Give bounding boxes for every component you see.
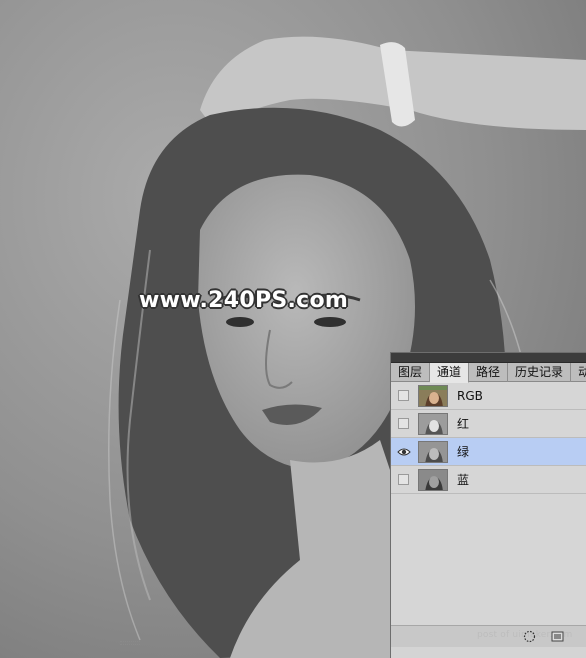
panel-tabs: 图层 通道 路径 历史记录 动作	[391, 363, 586, 383]
channel-thumbnail-blue	[418, 468, 448, 491]
channel-row-green[interactable]: 绿	[391, 438, 586, 466]
channel-label-blue: 蓝	[457, 473, 470, 487]
watermark-text: www.240PS.com	[139, 288, 349, 313]
channel-thumbnail-green	[418, 440, 448, 463]
visibility-toggle[interactable]	[391, 382, 416, 410]
channel-label-green: 绿	[457, 445, 470, 459]
tab-channels[interactable]: 通道	[430, 363, 470, 383]
channel-thumbnail-red	[418, 412, 448, 435]
tab-history[interactable]: 历史记录	[508, 363, 572, 382]
tab-actions[interactable]: 动作	[571, 363, 586, 382]
visibility-toggle[interactable]	[391, 466, 416, 494]
visibility-empty-box	[398, 418, 409, 429]
panel-footer: post of uimaker.com	[391, 625, 586, 647]
channel-row-red[interactable]: 红	[391, 410, 586, 438]
channel-thumbnail-rgb	[418, 384, 448, 407]
dotted-selection-icon[interactable]	[523, 630, 536, 643]
panel-title-bar[interactable]	[391, 353, 586, 363]
new-channel-icon[interactable]	[551, 630, 564, 643]
channel-list-empty-area	[391, 494, 586, 625]
channel-list: RGB 红 绿 蓝	[391, 382, 586, 494]
eye-icon	[396, 448, 411, 455]
channel-row-rgb[interactable]: RGB	[391, 382, 586, 410]
visibility-empty-box	[398, 390, 409, 401]
panel-resize-grip[interactable]	[120, 641, 140, 645]
visibility-empty-box	[398, 474, 409, 485]
visibility-toggle[interactable]	[391, 438, 416, 466]
tab-layers[interactable]: 图层	[391, 363, 431, 382]
channel-label-rgb: RGB	[457, 388, 483, 403]
tab-paths[interactable]: 路径	[469, 363, 509, 382]
channel-label-red: 红	[457, 417, 470, 431]
visibility-toggle[interactable]	[391, 410, 416, 438]
channel-row-blue[interactable]: 蓝	[391, 466, 586, 494]
channels-panel: 图层 通道 路径 历史记录 动作 RGB 红 绿	[390, 352, 586, 658]
